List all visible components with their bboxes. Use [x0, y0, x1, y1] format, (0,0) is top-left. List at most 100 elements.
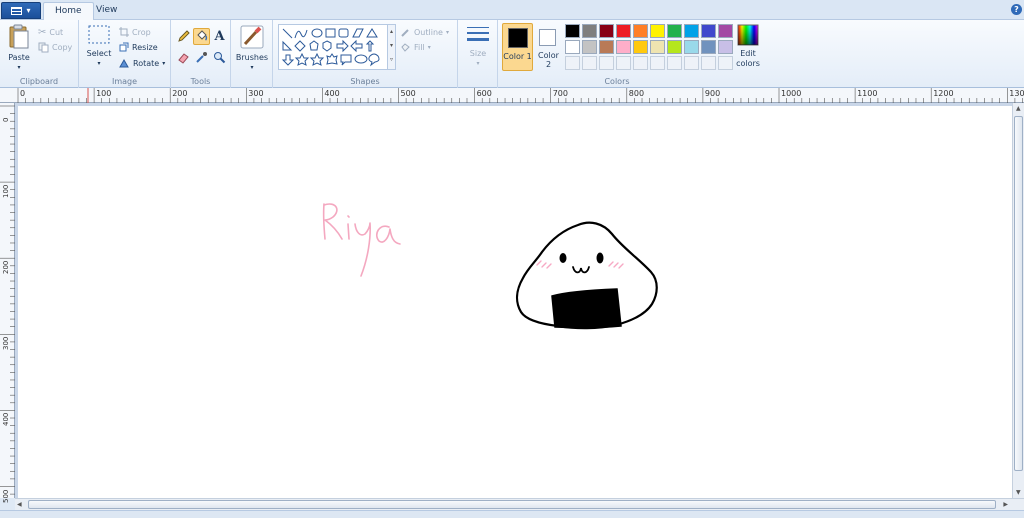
- color-spectrum-icon: [737, 24, 759, 46]
- palette-swatch[interactable]: [650, 40, 665, 54]
- shapes-gallery[interactable]: [278, 24, 388, 70]
- custom-color-slot[interactable]: [684, 56, 699, 70]
- edit-colors-label: Edit colors: [736, 49, 760, 68]
- edit-colors-button[interactable]: Edit colors: [732, 24, 764, 69]
- shapes-gallery-scroll[interactable]: ▴ ▾ ▿: [387, 24, 396, 70]
- palette-swatch[interactable]: [650, 24, 665, 38]
- pencil-tool[interactable]: [175, 28, 192, 45]
- onigiri-nori: [551, 288, 622, 329]
- ruler-label: 1200: [933, 89, 954, 98]
- copy-label: Copy: [52, 42, 73, 52]
- custom-color-slot[interactable]: [701, 56, 716, 70]
- palette-swatch[interactable]: [633, 24, 648, 38]
- ruler-label: 500: [400, 89, 416, 98]
- select-button[interactable]: Select ▾: [83, 24, 115, 69]
- chevron-down-icon: ▾: [250, 64, 254, 71]
- horizontal-scrollbar[interactable]: ◀ ▶: [15, 498, 1024, 510]
- ruler-label: 500: [2, 489, 10, 503]
- pencil-icon: [178, 30, 190, 42]
- ruler-label: 400: [324, 89, 340, 98]
- vertical-scrollbar[interactable]: ▲ ▼: [1012, 103, 1024, 498]
- palette-swatch[interactable]: [684, 24, 699, 38]
- chevron-down-icon: ▾: [427, 43, 431, 51]
- size-button[interactable]: Size ▾: [462, 24, 494, 69]
- text-tool[interactable]: A: [211, 28, 228, 45]
- color-picker-icon: [196, 52, 207, 63]
- eraser-tool[interactable]: [175, 49, 192, 66]
- canvas-drawing: [322, 203, 658, 330]
- ruler-label: 200: [172, 89, 188, 98]
- brushes-button[interactable]: Brushes ▾: [235, 24, 269, 73]
- rotate-button[interactable]: Rotate ▾: [119, 56, 165, 70]
- ruler-label: 200: [2, 260, 10, 275]
- palette-swatch[interactable]: [599, 24, 614, 38]
- palette-swatch[interactable]: [616, 24, 631, 38]
- tab-view[interactable]: View: [85, 2, 128, 20]
- custom-color-slot[interactable]: [718, 56, 733, 70]
- drawing-canvas[interactable]: [18, 106, 1014, 498]
- horizontal-scrollbar-thumb[interactable]: [28, 500, 996, 509]
- paste-label: Paste: [8, 53, 30, 62]
- size-label: Size: [469, 49, 487, 58]
- palette-swatch[interactable]: [616, 40, 631, 54]
- resize-button[interactable]: Resize: [119, 40, 158, 54]
- chevron-down-icon: ▾: [389, 42, 393, 49]
- color2-label: Color 2: [538, 51, 559, 69]
- fill-icon: [197, 30, 208, 41]
- custom-color-slot[interactable]: [667, 56, 682, 70]
- palette-swatch[interactable]: [718, 40, 733, 54]
- chevron-up-icon: ▴: [389, 28, 393, 35]
- crop-label: Crop: [132, 27, 151, 37]
- help-icon[interactable]: ?: [1011, 4, 1022, 15]
- color2-button[interactable]: Color 2: [535, 23, 562, 71]
- fill-tool[interactable]: [193, 28, 210, 45]
- chevron-left-icon[interactable]: ◀: [17, 501, 22, 508]
- palette-swatch[interactable]: [582, 40, 597, 54]
- palette-swatch[interactable]: [701, 24, 716, 38]
- color1-button[interactable]: Color 1: [502, 23, 533, 71]
- menu-icon: [11, 6, 23, 15]
- custom-color-slot[interactable]: [633, 56, 648, 70]
- chevron-right-icon[interactable]: ▶: [1003, 501, 1008, 508]
- fill-button[interactable]: Fill ▾: [400, 40, 431, 54]
- copy-button[interactable]: Copy: [38, 40, 72, 54]
- onigiri-blush: [536, 260, 624, 269]
- palette-swatch[interactable]: [582, 24, 597, 38]
- chevron-down-icon[interactable]: ▼: [1016, 489, 1021, 496]
- chevron-down-icon: ▾: [162, 59, 166, 67]
- outline-button[interactable]: Outline ▾: [400, 25, 449, 39]
- palette-swatch[interactable]: [667, 40, 682, 54]
- palette-swatch[interactable]: [718, 24, 733, 38]
- vertical-ruler: 0 100 200 300 400 500: [0, 103, 15, 503]
- outline-label: Outline: [414, 27, 443, 37]
- brushes-label: Brushes: [235, 53, 269, 62]
- custom-color-slot[interactable]: [616, 56, 631, 70]
- tools-group: A Tools: [171, 20, 231, 88]
- palette-swatch[interactable]: [565, 40, 580, 54]
- palette-swatch[interactable]: [701, 40, 716, 54]
- palette-swatch[interactable]: [565, 24, 580, 38]
- shapes-icon: [281, 28, 380, 67]
- brushes-group: Brushes ▾: [231, 20, 273, 88]
- paint-menu-button[interactable]: ▾: [1, 2, 41, 19]
- palette-swatch[interactable]: [633, 40, 648, 54]
- crop-button[interactable]: Crop: [119, 25, 151, 39]
- custom-color-slot[interactable]: [582, 56, 597, 70]
- color-picker-tool[interactable]: [193, 49, 210, 66]
- custom-color-slot[interactable]: [650, 56, 665, 70]
- cut-label: Cut: [49, 27, 64, 37]
- palette-swatch[interactable]: [599, 40, 614, 54]
- custom-color-slot[interactable]: [599, 56, 614, 70]
- palette-swatch[interactable]: [667, 24, 682, 38]
- paste-button[interactable]: Paste ▾: [4, 24, 34, 73]
- ruler-label: 1300: [1009, 89, 1024, 98]
- palette-swatch[interactable]: [684, 40, 699, 54]
- ruler-label: 400: [2, 413, 10, 427]
- vertical-scrollbar-thumb[interactable]: [1014, 116, 1023, 471]
- ribbon: Paste ▾ ✂ Cut Copy Clipboard Select ▾ Cr…: [0, 20, 1024, 88]
- custom-color-slot[interactable]: [565, 56, 580, 70]
- fill-label: Fill: [414, 42, 425, 52]
- cut-button[interactable]: ✂ Cut: [38, 25, 63, 39]
- magnifier-tool[interactable]: [211, 49, 228, 66]
- chevron-up-icon[interactable]: ▲: [1016, 105, 1021, 112]
